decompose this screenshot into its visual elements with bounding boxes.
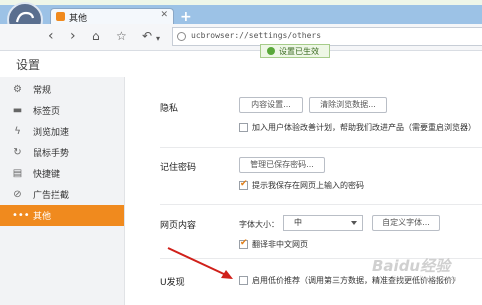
back-icon[interactable]: ‹ <box>48 28 54 44</box>
keyboard-icon: ▤ <box>12 168 23 179</box>
watermark-sub: jingyan.baidu.com <box>392 275 457 283</box>
sidebar-item-general[interactable]: ⚙ 常规 <box>0 79 124 100</box>
chevron-down-icon <box>351 221 357 225</box>
webcontent-label: 网页内容 <box>160 221 197 231</box>
toast-text: 设置已生效 <box>279 47 319 56</box>
sidebar-item-others[interactable]: ••• 其他 <box>0 205 124 226</box>
font-size-select[interactable]: 中 <box>283 215 363 231</box>
bookmark-star-icon[interactable]: ☆ <box>116 28 127 44</box>
page-info-icon <box>177 32 186 41</box>
translate-label: 翻译非中文网页 <box>252 240 308 249</box>
watermark: Baidu经验 <box>372 257 451 275</box>
sidebar-item-label: 广告拦截 <box>33 191 70 201</box>
tab-title: 其他 <box>69 14 88 24</box>
sidebar-item-label: 标签页 <box>33 107 61 117</box>
sidebar-item-label: 常规 <box>33 86 52 96</box>
settings-saved-toast: 设置已生效 <box>260 44 330 58</box>
passwords-label: 记住密码 <box>160 163 197 173</box>
lightning-icon: ϟ <box>14 126 21 137</box>
page-title: 设置 <box>16 58 41 72</box>
tab-icon: ▬ <box>12 105 23 116</box>
check-icon <box>267 47 275 55</box>
low-price-recommend-checkbox[interactable] <box>239 276 248 285</box>
sidebar-item-label: 其他 <box>33 212 52 222</box>
font-size-label: 字体大小： <box>239 220 279 229</box>
sidebar-item-adblock[interactable]: ⊘ 广告拦截 <box>0 184 124 205</box>
tab-others[interactable]: 其他 ✕ <box>50 8 174 24</box>
clear-browsing-data-button[interactable]: 清除浏览数据... <box>309 97 387 113</box>
join-program-label: 加入用户体验改善计划，帮助我们改进产品（需要重启浏览器） <box>252 123 476 132</box>
divider <box>160 204 482 205</box>
translate-checkbox[interactable] <box>239 238 248 249</box>
sidebar-item-label: 浏览加速 <box>33 128 70 138</box>
gear-icon: ⚙ <box>13 84 22 95</box>
udiscover-label: U发现 <box>160 278 185 288</box>
content-settings-button[interactable]: 内容设置... <box>239 97 303 113</box>
sidebar-item-tabs[interactable]: ▬ 标签页 <box>0 100 124 121</box>
undo-icon[interactable]: ↶ <box>142 28 152 44</box>
sidebar-item-label: 快捷键 <box>33 170 61 180</box>
gesture-icon: ↻ <box>13 147 22 158</box>
undo-menu-chevron-icon[interactable]: ▾ <box>156 31 160 47</box>
custom-font-button[interactable]: 自定义字体... <box>372 215 440 231</box>
sidebar-item-shortcuts[interactable]: ▤ 快捷键 <box>0 163 124 184</box>
tab-close-icon[interactable]: ✕ <box>160 10 168 20</box>
prompt-save-password-label: 提示我保存在网页上输入的密码 <box>252 181 364 190</box>
block-icon: ⊘ <box>13 189 22 200</box>
new-tab-icon[interactable]: + <box>180 10 192 24</box>
sidebar-item-acceleration[interactable]: ϟ 浏览加速 <box>0 121 124 142</box>
font-size-value: 中 <box>294 218 302 227</box>
dots-icon: ••• <box>12 210 30 221</box>
tab-bar: 其他 ✕ + <box>0 5 482 24</box>
tab-favicon-icon <box>56 12 65 21</box>
join-program-checkbox[interactable] <box>239 123 248 132</box>
divider <box>160 147 482 148</box>
forward-icon[interactable]: › <box>70 28 76 44</box>
sidebar: ⚙ 常规 ▬ 标签页 ϟ 浏览加速 ↻ 鼠标手势 ▤ 快捷键 ⊘ 广告拦截 ••… <box>0 77 125 305</box>
sidebar-item-mouse-gestures[interactable]: ↻ 鼠标手势 <box>0 142 124 163</box>
address-text[interactable]: ucbrowser://settings/others <box>191 31 321 40</box>
prompt-save-password-checkbox[interactable] <box>239 179 248 190</box>
toolbar: ‹ › ⌂ ☆ ↶ ▾ ucbrowser://settings/others <box>0 24 482 51</box>
manage-passwords-button[interactable]: 管理已保存密码... <box>239 157 325 173</box>
sidebar-item-label: 鼠标手势 <box>33 149 70 159</box>
home-icon[interactable]: ⌂ <box>92 28 100 44</box>
privacy-label: 隐私 <box>160 104 179 114</box>
